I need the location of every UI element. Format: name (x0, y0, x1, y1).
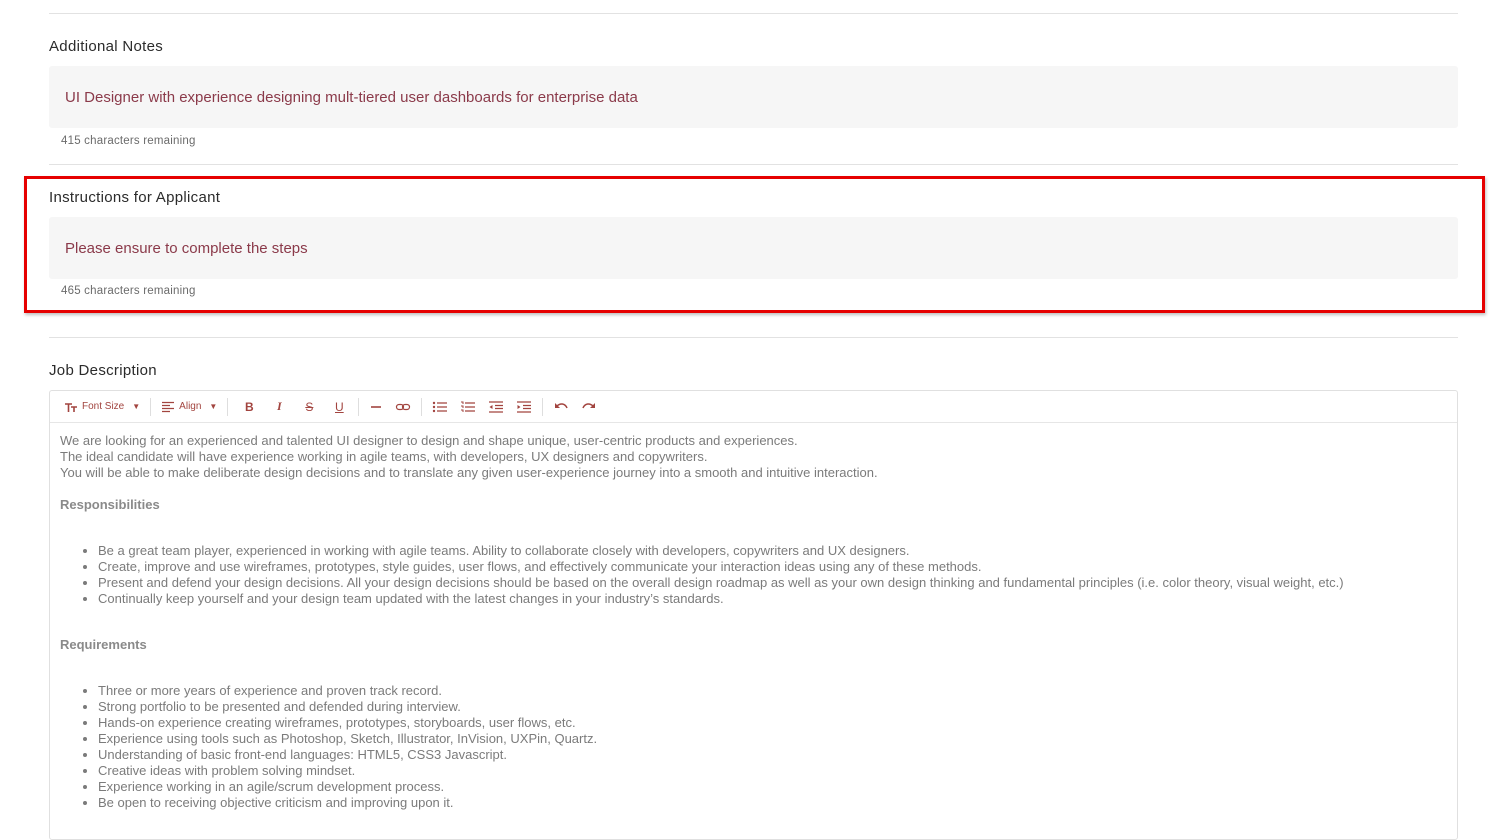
link-icon (395, 401, 411, 413)
top-divider (49, 13, 1458, 14)
bullet-list-button[interactable] (426, 391, 454, 422)
toolbar-separator (227, 397, 229, 416)
outdent-button[interactable] (482, 391, 510, 422)
strikethrough-button[interactable]: S (294, 391, 324, 422)
italic-icon: I (277, 399, 282, 413)
chevron-down-icon: ▼ (209, 402, 218, 411)
instructions-remaining: 465 characters remaining (61, 285, 196, 297)
align-label: Align (179, 401, 202, 412)
horizontal-rule-icon (369, 401, 383, 413)
additional-notes-field[interactable]: UI Designer with experience designing mu… (49, 66, 1458, 128)
divider (49, 164, 1458, 165)
list-item: Create, improve and use wireframes, prot… (98, 559, 1447, 575)
intro-line: We are looking for an experienced and ta… (60, 433, 798, 448)
numbered-list-icon (460, 401, 476, 413)
list-item: Be a great team player, experienced in w… (98, 543, 1447, 559)
chevron-down-icon: ▼ (132, 402, 141, 411)
bold-icon: B (245, 399, 254, 414)
underline-button[interactable]: U (324, 391, 354, 422)
toolbar-separator (150, 397, 152, 416)
editor-content[interactable]: We are looking for an experienced and ta… (50, 423, 1457, 811)
list-item: Strong portfolio to be presented and def… (98, 699, 1447, 715)
list-item: Be open to receiving objective criticism… (98, 795, 1447, 811)
numbered-list-button[interactable] (454, 391, 482, 422)
additional-notes-label: Additional Notes (49, 38, 164, 55)
outdent-icon (488, 400, 504, 413)
undo-icon (553, 401, 569, 413)
list-item: Experience using tools such as Photoshop… (98, 731, 1447, 747)
editor-toolbar: Font Size ▼ Align ▼ B I S U (50, 391, 1457, 423)
list-item: Continually keep yourself and your desig… (98, 591, 1447, 607)
bold-button[interactable]: B (234, 391, 264, 422)
list-item: Understanding of basic front-end languag… (98, 747, 1447, 763)
italic-button[interactable]: I (264, 391, 294, 422)
toolbar-separator (542, 397, 544, 416)
underline-icon: U (335, 399, 344, 414)
toolbar-separator (358, 397, 360, 416)
align-dropdown[interactable]: Align ▼ (155, 391, 223, 422)
job-description-label: Job Description (49, 362, 157, 379)
font-size-dropdown[interactable]: Font Size ▼ (58, 391, 146, 422)
indent-icon (516, 400, 532, 413)
indent-button[interactable] (510, 391, 538, 422)
bullet-list-icon (432, 401, 448, 413)
list-item: Hands-on experience creating wireframes,… (98, 715, 1447, 731)
intro-line: You will be able to make deliberate desi… (60, 465, 878, 480)
additional-notes-remaining: 415 characters remaining (61, 135, 196, 147)
link-button[interactable] (389, 391, 417, 422)
strikethrough-icon: S (305, 399, 314, 414)
responsibilities-heading: Responsibilities (60, 497, 160, 512)
instructions-label: Instructions for Applicant (49, 189, 221, 206)
undo-button[interactable] (547, 391, 575, 422)
instructions-field[interactable]: Please ensure to complete the steps (49, 217, 1458, 279)
font-size-label: Font Size (82, 401, 125, 412)
font-size-icon (64, 401, 78, 413)
intro-line: The ideal candidate will have experience… (60, 449, 708, 464)
divider (49, 337, 1458, 338)
list-item: Experience working in an agile/scrum dev… (98, 779, 1447, 795)
redo-button[interactable] (575, 391, 603, 422)
requirements-list: Three or more years of experience and pr… (60, 683, 1447, 811)
toolbar-separator (421, 397, 423, 416)
job-description-editor[interactable]: Font Size ▼ Align ▼ B I S U We are looki… (49, 390, 1458, 840)
redo-icon (581, 401, 597, 413)
responsibilities-list: Be a great team player, experienced in w… (60, 543, 1447, 607)
align-left-icon (161, 401, 175, 413)
horizontal-rule-button[interactable] (363, 391, 389, 422)
list-item: Three or more years of experience and pr… (98, 683, 1447, 699)
list-item: Creative ideas with problem solving mind… (98, 763, 1447, 779)
requirements-heading: Requirements (60, 637, 147, 652)
list-item: Present and defend your design decisions… (98, 575, 1447, 591)
